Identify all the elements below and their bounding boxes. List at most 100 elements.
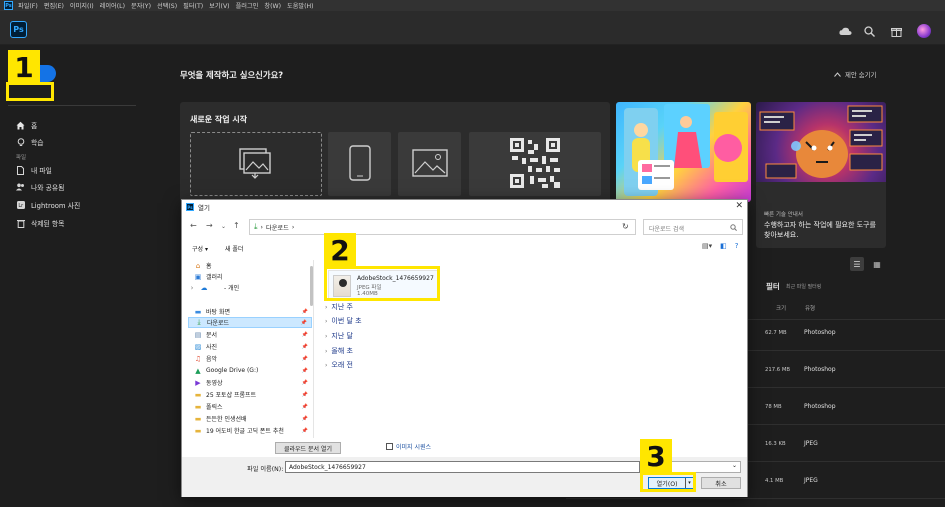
menu-layer[interactable]: 레이어(L): [100, 1, 125, 10]
promo-collage-icon: [624, 104, 748, 196]
sidebar-item-lightroom[interactable]: Lr Lightroom 사진: [16, 199, 80, 211]
new-work-card: 새로운 작업 시작: [180, 102, 610, 202]
sidebar-item-deleted[interactable]: 삭제된 항목: [16, 217, 64, 229]
photoshop-small-icon: Ps: [4, 1, 13, 10]
nav-item-onedrive[interactable]: › ☁ - 개인: [188, 282, 312, 293]
recent-size: 4.1 MB: [765, 478, 784, 484]
promo-card-image[interactable]: [616, 102, 751, 202]
close-icon[interactable]: ✕: [735, 201, 743, 211]
forward-arrow-icon[interactable]: →: [206, 221, 213, 230]
gift-icon[interactable]: [889, 24, 903, 38]
menu-help[interactable]: 도움말(H): [287, 1, 314, 10]
image-sequence-checkbox[interactable]: 이미지 시퀀스: [386, 442, 431, 451]
pin-icon[interactable]: 📌: [302, 368, 308, 374]
nav-item-documents[interactable]: ▤ 문서 📌: [188, 329, 312, 340]
sidebar-item-learn[interactable]: 학습: [16, 136, 44, 148]
nav-item-gallery[interactable]: ▣ 갤러리: [188, 271, 312, 282]
preview-pane-icon[interactable]: ◧: [720, 242, 727, 250]
pin-icon[interactable]: 📌: [302, 344, 308, 350]
qr-code-tile[interactable]: [469, 132, 601, 196]
column-header-type[interactable]: 유형: [805, 304, 815, 312]
list-view-icon[interactable]: ☰: [850, 257, 864, 271]
pin-icon[interactable]: 📌: [302, 332, 308, 338]
view-menu-icon[interactable]: ▤▾: [702, 242, 712, 250]
nav-item-google-drive[interactable]: ▲ Google Drive (G:) 📌: [188, 365, 312, 376]
photo-preset-tile[interactable]: [398, 132, 461, 196]
photoshop-small-icon: Ps: [186, 203, 194, 211]
nav-item-folder[interactable]: ▬ 19 어도비 한글 고딕 폰트 추천 📌: [188, 425, 312, 436]
menu-select[interactable]: 선택(S): [157, 1, 177, 10]
dialog-cancel-button[interactable]: 취소: [701, 477, 741, 489]
grid-view-icon[interactable]: ▦: [870, 257, 884, 271]
avatar[interactable]: [917, 24, 931, 38]
up-arrow-icon[interactable]: ↑: [233, 221, 240, 230]
pin-icon[interactable]: 📌: [302, 392, 308, 398]
menu-edit[interactable]: 편집(E): [44, 1, 64, 10]
sidebar: 열기 홈 학습 파일 내 파일 나와 공유됨 Lr Lightroom 사진: [0, 45, 136, 507]
annotation-number-3: 3: [640, 439, 672, 473]
music-icon: ♫: [194, 354, 202, 363]
hide-suggestions-button[interactable]: 제안 숨기기: [834, 70, 876, 79]
open-cloud-docs-button[interactable]: 클라우드 문서 열기: [275, 442, 341, 454]
group-header[interactable]: › 지난 주: [325, 302, 353, 312]
annotation-number-2: 2: [324, 233, 356, 267]
checkbox-box[interactable]: [386, 443, 393, 450]
pin-icon[interactable]: 📌: [301, 320, 307, 326]
group-header[interactable]: › 지난 달: [325, 331, 353, 341]
refresh-icon[interactable]: ↻: [622, 222, 629, 231]
nav-item-desktop[interactable]: ▬ 바탕 화면 📌: [188, 306, 312, 317]
pin-icon[interactable]: 📌: [302, 356, 308, 362]
column-header-size[interactable]: 크기: [776, 304, 786, 312]
group-header[interactable]: › 오래 전: [325, 360, 353, 370]
nav-scrollbar[interactable]: [310, 266, 313, 306]
quick-skill-guide-card[interactable]: 빠른 기술 안내서 수행하고자 하는 작업에 필요한 도구를 찾아보세요.: [756, 102, 886, 248]
download-icon: ⤓: [197, 318, 201, 326]
new-work-title: 새로운 작업 시작: [190, 115, 248, 124]
cloud-icon[interactable]: [838, 24, 852, 38]
new-folder-button[interactable]: 새 폴더: [225, 244, 243, 253]
search-icon[interactable]: [862, 24, 876, 38]
nav-item-home[interactable]: ⌂ 홈: [188, 260, 312, 271]
menu-window[interactable]: 창(W): [264, 1, 281, 10]
nav-item-folder[interactable]: ▬ 폴릭스 📌: [188, 401, 312, 412]
recent-filter-placeholder[interactable]: 최근 파일 필터링: [786, 283, 821, 290]
nav-item-folder[interactable]: ▬ 25 포토샵 프롬프트 📌: [188, 389, 312, 400]
nav-item-videos[interactable]: ▶ 동영상 📌: [188, 377, 312, 388]
menu-image[interactable]: 이미지(I): [70, 1, 94, 10]
nav-item-music[interactable]: ♫ 음악 📌: [188, 353, 312, 364]
pin-icon[interactable]: 📌: [302, 404, 308, 410]
back-arrow-icon[interactable]: ←: [190, 221, 197, 230]
sidebar-item-home[interactable]: 홈: [16, 119, 37, 131]
search-input[interactable]: 다운로드 검색: [643, 219, 743, 235]
menu-plugins[interactable]: 플러그인: [236, 1, 259, 10]
group-header[interactable]: › 올해 초: [325, 346, 353, 356]
menu-type[interactable]: 문자(Y): [131, 1, 151, 10]
filename-field[interactable]: AdobeStock_1476659927: [285, 461, 640, 473]
pin-icon[interactable]: 📌: [302, 309, 308, 315]
group-header[interactable]: › 이번 달 초: [325, 316, 362, 326]
organize-button[interactable]: 구성 ▾: [192, 244, 208, 253]
annotation-box-3: [640, 472, 696, 492]
help-icon[interactable]: ?: [735, 242, 739, 250]
nav-item-downloads[interactable]: ⤓ 다운로드 📌: [188, 317, 312, 328]
menu-view[interactable]: 보기(V): [209, 1, 229, 10]
group-label: 이번 달 초: [331, 317, 362, 325]
sidebar-item-my-files[interactable]: 내 파일: [16, 164, 52, 176]
address-path[interactable]: 다운로드: [266, 223, 289, 232]
home-icon: ⌂: [195, 261, 201, 270]
address-bar[interactable]: ⤓ › 다운로드 › ⌄: [249, 219, 636, 235]
pin-icon[interactable]: 📌: [302, 416, 308, 422]
sidebar-item-shared[interactable]: 나와 공유됨: [16, 181, 64, 193]
nav-item-label: 19 어도비 한글 고딕 폰트 추천: [206, 428, 284, 435]
import-image-tile[interactable]: [190, 132, 322, 196]
nav-item-folder[interactable]: ▬ 든든한 인생선배 📌: [188, 413, 312, 424]
pin-icon[interactable]: 📌: [302, 380, 308, 386]
photoshop-logo[interactable]: Ps: [10, 21, 27, 38]
menu-filter[interactable]: 필터(T): [183, 1, 203, 10]
mobile-preset-tile[interactable]: [328, 132, 391, 196]
nav-item-pictures[interactable]: ▨ 사진 📌: [188, 341, 312, 352]
menu-file[interactable]: 파일(F): [18, 1, 38, 10]
google-drive-icon: ▲: [195, 366, 201, 375]
chevron-down-icon[interactable]: ⌄: [221, 223, 226, 230]
pin-icon[interactable]: 📌: [302, 428, 308, 434]
